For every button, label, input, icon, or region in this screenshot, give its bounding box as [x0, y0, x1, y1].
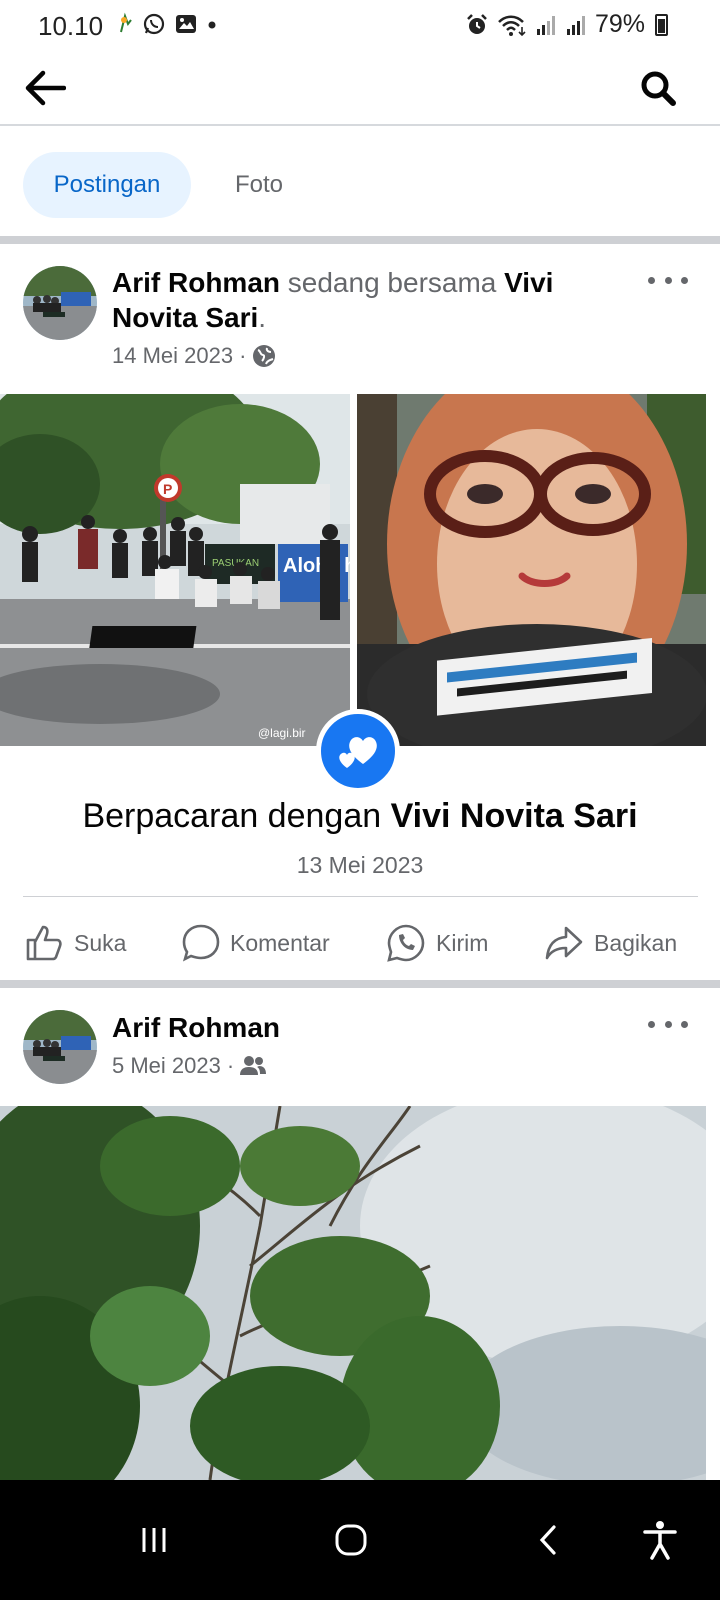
thumbs-up-icon — [26, 925, 62, 961]
home-button[interactable] — [321, 1510, 381, 1570]
hearts-icon — [339, 737, 377, 768]
life-event-title: Berpacaran dengan Vivi Novita Sari — [0, 797, 720, 836]
whatsapp-icon — [387, 924, 425, 962]
top-app-bar — [0, 52, 720, 126]
section-divider — [0, 236, 720, 244]
life-event-partner[interactable]: Vivi Novita Sari — [391, 797, 638, 835]
friends-icon — [240, 1056, 267, 1075]
comment-icon — [182, 924, 220, 962]
author-name[interactable]: Arif Rohman — [112, 1012, 280, 1043]
like-button[interactable]: Suka — [24, 913, 126, 973]
post-header-text: Arif Rohman — [112, 1010, 632, 1045]
gallery-notification-icon — [176, 15, 196, 33]
battery-percent: 79% — [594, 10, 645, 38]
signal-icon-2 — [566, 15, 585, 35]
actions-divider — [23, 896, 698, 897]
avatar[interactable] — [23, 266, 97, 340]
svg-text:P: P — [163, 481, 172, 497]
back-nav-button[interactable] — [518, 1510, 578, 1570]
arrow-left-icon — [25, 70, 66, 106]
more-notifications-dot-icon — [208, 21, 216, 29]
tab-photos[interactable]: Foto — [205, 152, 313, 218]
recent-apps-icon — [142, 1528, 166, 1552]
share-icon — [545, 926, 583, 960]
status-bar: 10.10 79% — [0, 0, 720, 52]
with-text: sedang bersama — [287, 267, 497, 298]
notification-icons — [116, 12, 218, 36]
post-meta: 5 Mei 2023 · — [112, 1053, 267, 1079]
life-event-prefix: Berpacaran dengan — [82, 797, 382, 835]
recent-apps-button[interactable] — [124, 1510, 184, 1570]
post-options-button[interactable] — [648, 270, 688, 290]
signal-icon-1 — [536, 15, 555, 35]
group-photo[interactable]: P PASUKAN Aloha horror — [0, 394, 350, 746]
comment-button[interactable]: Komentar — [182, 913, 330, 973]
meta-separator: · — [239, 343, 247, 368]
relationship-badge — [316, 709, 400, 793]
post-options-button[interactable] — [648, 1014, 688, 1034]
wifi-icon — [498, 15, 526, 36]
photo-watermark: @lagi.bir — [258, 726, 306, 740]
tree-photo[interactable] — [0, 1106, 706, 1480]
status-time: 10.10 — [38, 11, 104, 41]
search-button[interactable] — [636, 66, 680, 110]
alarm-icon — [467, 13, 487, 34]
post-divider — [0, 980, 720, 988]
tab-posts[interactable]: Postingan — [23, 152, 191, 218]
life-event-date: 13 Mei 2023 — [296, 852, 424, 878]
title-punct: . — [258, 302, 267, 333]
send-button[interactable]: Kirim — [386, 913, 488, 973]
post-meta: 14 Mei 2023 · — [112, 343, 276, 369]
comment-label: Komentar — [230, 929, 330, 956]
send-label: Kirim — [436, 929, 489, 956]
post-date[interactable]: 14 Mei 2023 — [112, 343, 233, 369]
whatsapp-notification-icon — [143, 13, 165, 35]
post-actions: Suka Komentar Kirim Bagikan — [0, 905, 720, 981]
accessibility-icon — [643, 1521, 677, 1560]
notification-app-icon — [120, 12, 132, 33]
search-icon — [641, 71, 676, 106]
post-header-text: Arif Rohman sedang bersama Vivi Novita S… — [112, 265, 632, 335]
share-button[interactable]: Bagikan — [544, 913, 677, 973]
post-date[interactable]: 5 Mei 2023 — [112, 1053, 221, 1079]
share-label: Bagikan — [594, 929, 678, 956]
back-button[interactable] — [22, 66, 68, 110]
author-name[interactable]: Arif Rohman — [112, 267, 280, 298]
system-navigation-bar — [0, 1480, 720, 1600]
partner-photo[interactable] — [357, 394, 706, 746]
profile-tabs: Postingan Foto — [0, 126, 720, 240]
chevron-left-icon — [539, 1525, 556, 1555]
accessibility-button[interactable] — [630, 1510, 690, 1570]
like-label: Suka — [74, 929, 127, 956]
meta-separator: · — [226, 1053, 235, 1078]
system-icons: 79% — [465, 10, 668, 39]
home-icon — [335, 1524, 367, 1556]
battery-icon — [655, 13, 668, 36]
avatar[interactable] — [23, 1010, 97, 1084]
globe-icon — [253, 345, 276, 367]
